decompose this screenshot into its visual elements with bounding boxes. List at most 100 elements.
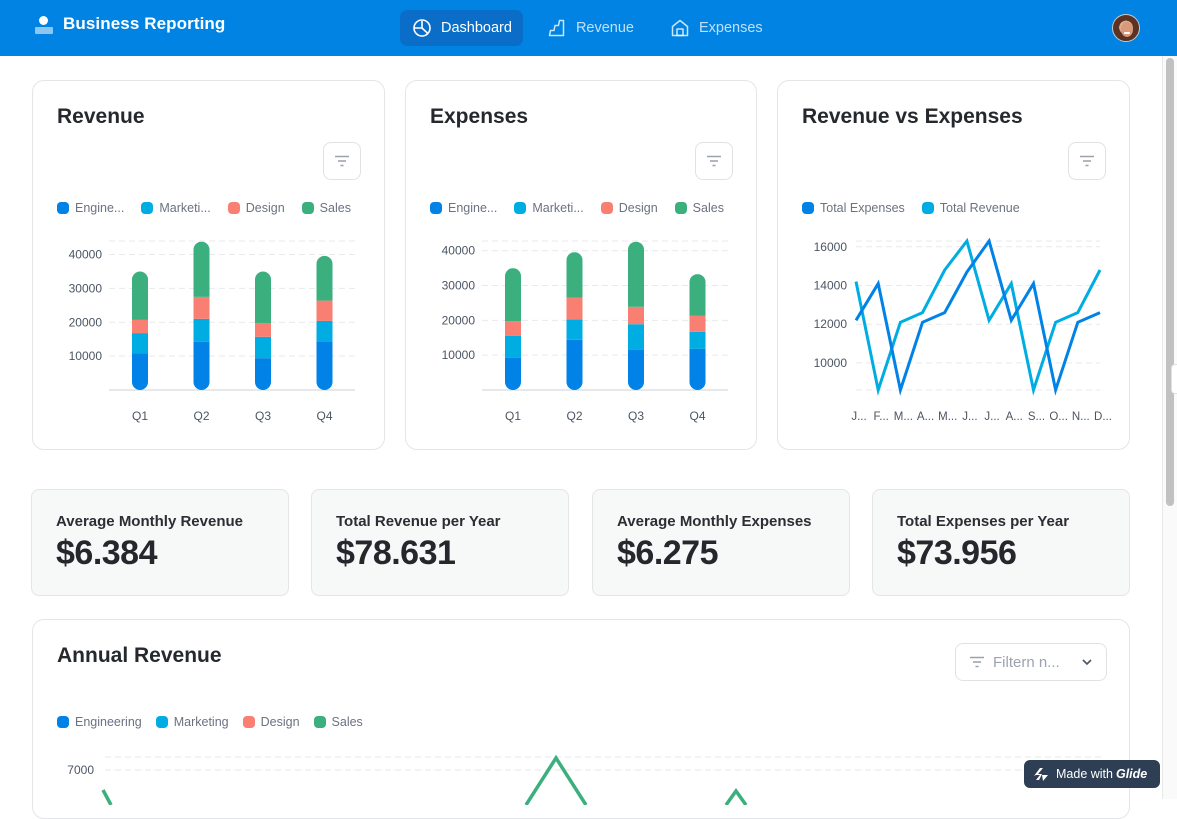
card-title: Revenue vs Expenses (802, 105, 1023, 128)
stat-label: Average Monthly Expenses (617, 513, 812, 530)
stat-card-avg-monthly-expenses: Average Monthly Expenses $6.275 (592, 489, 850, 596)
x-tick-label: J... (984, 411, 999, 423)
x-tick-label: Q2 (193, 409, 209, 423)
bar-segment-design-q2[interactable] (193, 296, 210, 319)
x-tick-label: A... (1006, 411, 1023, 423)
person-icon (34, 14, 53, 34)
line-series-total-expenses[interactable] (854, 237, 1101, 396)
bar-stack (689, 274, 706, 390)
made-with-glide-badge[interactable]: Made with Glide (1024, 760, 1160, 788)
x-tick-label: Q4 (689, 409, 705, 423)
chart-legend: Engine... Marketi... Design Sales (57, 201, 368, 215)
revenue-card: Revenue Engine... Marketi... Design Sale… (32, 80, 385, 450)
main-nav: Dashboard Revenue Expenses (400, 10, 775, 46)
stat-label: Average Monthly Revenue (56, 513, 243, 530)
bar-segment-design-q4[interactable] (689, 315, 706, 332)
stat-card-total-revenue-per-year: Total Revenue per Year $78.631 (311, 489, 569, 596)
revenue-vs-expenses-card: Revenue vs Expenses Total Expenses Total… (777, 80, 1130, 450)
legend-item-engineering[interactable]: Engine... (430, 201, 497, 215)
bar-stack (132, 271, 148, 390)
y-tick-label: 16000 (814, 240, 848, 254)
bar-segment-design-q1[interactable] (132, 319, 148, 334)
y-tick-label: 10000 (69, 349, 103, 363)
x-tick-label: J... (962, 411, 977, 423)
bar-segment-marketing-q3[interactable] (255, 336, 271, 359)
nav-label: Expenses (698, 20, 763, 36)
bar-segment-design-q3[interactable] (255, 322, 271, 337)
filter-button[interactable] (695, 142, 733, 180)
bar-segment-sales-q3[interactable] (255, 271, 271, 323)
legend-item-engineering[interactable]: Engine... (57, 201, 124, 215)
nav-tab-dashboard[interactable]: Dashboard (400, 10, 523, 46)
legend-item-design[interactable]: Design (242, 715, 300, 729)
y-tick-label: 30000 (69, 281, 103, 295)
nav-tab-expenses[interactable]: Expenses (658, 10, 775, 46)
badge-brand: Glide (1115, 767, 1148, 781)
bar-segment-marketing-q1[interactable] (505, 335, 521, 358)
bar-segment-sales-q4[interactable] (689, 274, 706, 316)
bar-segment-engineering-q4[interactable] (689, 348, 706, 390)
bar-segment-engineering-q3[interactable] (628, 349, 644, 390)
chart-legend: Engineering Marketing Design Sales (57, 715, 380, 729)
bar-stack (566, 252, 583, 390)
side-panel-handle[interactable] (1171, 364, 1177, 394)
bar-segment-sales-q2[interactable] (193, 241, 210, 297)
x-tick-label: N... (1072, 411, 1090, 423)
bar-segment-sales-q3[interactable] (628, 241, 644, 307)
bar-segment-sales-q1[interactable] (505, 268, 521, 322)
x-tick-label: Q3 (255, 409, 271, 423)
legend-item-sales[interactable]: Sales (301, 201, 351, 215)
revenue-vs-expenses-line-chart: 10000 12000 14000 16000 J... F... M... A... M...… (814, 237, 1112, 423)
bar-segment-engineering-q2[interactable] (193, 341, 210, 390)
stat-value: $73.956 (897, 534, 1017, 572)
bar-segment-engineering-q1[interactable] (505, 357, 521, 390)
bar-segment-engineering-q1[interactable] (132, 353, 148, 390)
bar-stack (255, 271, 271, 390)
filter-select[interactable]: Filtern n... (955, 643, 1107, 681)
filter-button[interactable] (323, 142, 361, 180)
bar-segment-engineering-q4[interactable] (316, 341, 333, 390)
bar-segment-design-q2[interactable] (566, 297, 583, 320)
stat-label: Total Expenses per Year (897, 513, 1070, 530)
filter-button[interactable] (1068, 142, 1106, 180)
legend-item-marketing[interactable]: Marketing (155, 715, 229, 729)
bar-segment-sales-q4[interactable] (316, 255, 333, 301)
legend-item-engineering[interactable]: Engineering (57, 715, 142, 729)
x-tick-label: M... (894, 411, 913, 423)
nav-tab-revenue[interactable]: Revenue (535, 10, 646, 46)
legend-item-design[interactable]: Design (227, 201, 285, 215)
bar-segment-sales-q1[interactable] (132, 271, 148, 320)
bar-stack (505, 268, 521, 390)
bar-stack (628, 241, 644, 390)
bar-segment-design-q1[interactable] (505, 321, 521, 336)
x-tick-label: Q1 (505, 409, 521, 423)
user-avatar[interactable] (1112, 14, 1140, 42)
y-tick-label: 10000 (814, 356, 848, 370)
y-tick-label: 20000 (442, 313, 476, 327)
bar-segment-sales-q2[interactable] (566, 252, 583, 298)
stat-label: Total Revenue per Year (336, 513, 501, 530)
bar-segment-engineering-q3[interactable] (255, 358, 271, 390)
legend-item-sales[interactable]: Sales (313, 715, 363, 729)
bar-segment-marketing-q2[interactable] (193, 318, 210, 342)
x-tick-label: Q2 (566, 409, 582, 423)
bar-segment-marketing-q3[interactable] (628, 324, 644, 350)
card-title: Revenue (57, 105, 145, 128)
bar-segment-marketing-q4[interactable] (689, 331, 706, 349)
legend-item-marketing[interactable]: Marketi... (514, 201, 584, 215)
scrollbar-thumb[interactable] (1166, 58, 1174, 506)
legend-item-marketing[interactable]: Marketi... (141, 201, 211, 215)
legend-item-sales[interactable]: Sales (674, 201, 724, 215)
bar-segment-marketing-q4[interactable] (316, 320, 333, 342)
bar-segment-engineering-q2[interactable] (566, 339, 583, 390)
y-tick-label: 12000 (814, 317, 848, 331)
bar-segment-design-q4[interactable] (316, 300, 333, 321)
bar-segment-design-q3[interactable] (628, 306, 644, 325)
legend-item-total-revenue[interactable]: Total Revenue (921, 201, 1020, 215)
brand[interactable]: Business Reporting (34, 14, 225, 34)
vertical-scrollbar[interactable] (1162, 56, 1177, 799)
legend-item-total-expenses[interactable]: Total Expenses (802, 201, 905, 215)
bar-segment-marketing-q2[interactable] (566, 319, 583, 340)
legend-item-design[interactable]: Design (600, 201, 658, 215)
bar-segment-marketing-q1[interactable] (132, 333, 148, 354)
